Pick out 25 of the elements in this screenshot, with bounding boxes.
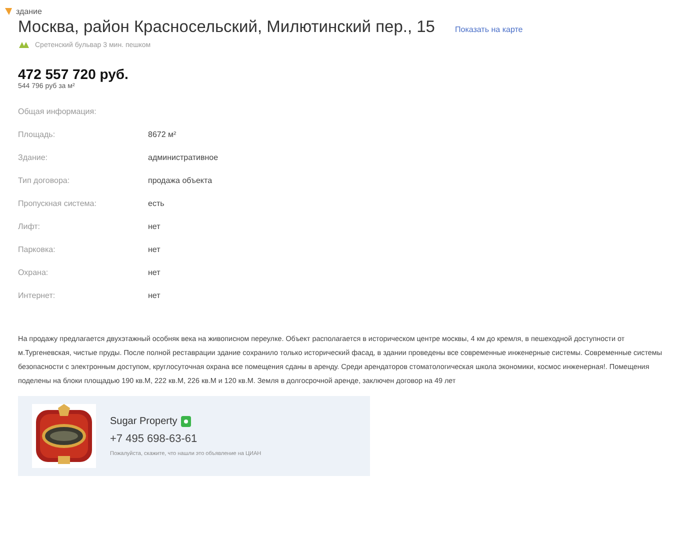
field-label: Охрана: [18,268,50,279]
field-label: Площадь: [18,130,56,141]
field-label: Тип договора: [18,176,71,187]
section-heading: Общая информация: [18,107,98,118]
address-title: Москва, район Красносельский, Милютинский пер., 15 [18,18,435,37]
field-label: Парковка: [18,245,56,256]
field-value: нет [148,268,160,279]
metro-icon [18,40,30,50]
field-value: административное [148,153,218,164]
field-value: продажа объекта [148,176,212,187]
field-value: есть [148,199,164,210]
field-label: Здание: [18,153,49,164]
field-value: 8672 м² [148,130,176,141]
field-value: нет [148,291,160,302]
field-value: нет [148,245,160,256]
phone-number: +7 495 698-63-61 [110,432,198,444]
price: 472 557 720 руб. [18,66,130,82]
map-link[interactable]: Показать на карте [455,25,523,34]
tag-icon [4,6,14,16]
category-label: здание [16,6,42,16]
field-value: нет [148,222,160,233]
field-label: Интернет: [18,291,56,302]
agent-name: Sugar Property [110,416,178,426]
field-label: Лифт: [18,222,42,233]
field-label: Пропускная система: [18,199,98,210]
